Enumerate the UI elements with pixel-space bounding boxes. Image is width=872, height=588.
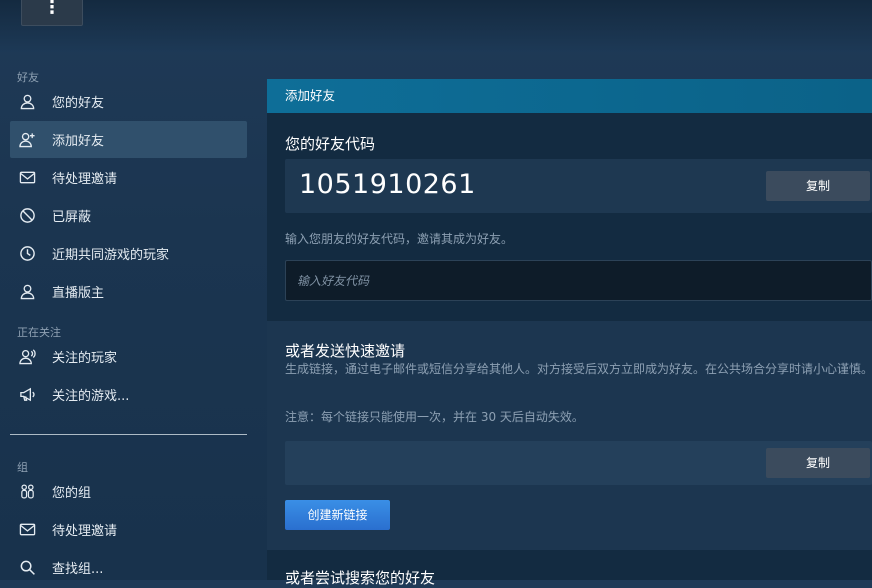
add-friend-panel: 添加好友 您的好友代码 1051910261 复制 输入您朋友的好友代码，邀请其… [267, 79, 872, 587]
sidebar-item-label: 关注的玩家 [52, 351, 118, 366]
more-menu-button[interactable]: ⋮ [21, 0, 83, 26]
more-vertical-icon: ⋮ [43, 0, 61, 18]
clock-icon [18, 245, 36, 263]
sidebar-item-followed-players[interactable]: 关注的玩家 [10, 338, 247, 375]
sidebar-item-label: 待处理邀请 [52, 524, 118, 539]
sidebar-item-group-invites[interactable]: 待处理邀请 [10, 511, 247, 548]
user-broadcast-icon [18, 348, 36, 366]
friend-code-card: 您的好友代码 1051910261 复制 输入您朋友的好友代码，邀请其成为好友。 [267, 113, 872, 321]
friend-code-value: 1051910261 [299, 169, 476, 200]
sidebar-item-label: 近期共同游戏的玩家 [52, 248, 170, 263]
block-icon [18, 207, 36, 225]
sidebar-item-find-groups[interactable]: 查找组... [10, 549, 247, 586]
sidebar-item-label: 已屏蔽 [52, 210, 92, 225]
sidebar-item-add-friend[interactable]: 添加好友 [10, 121, 247, 158]
sidebar-item-your-friends[interactable]: 您的好友 [10, 83, 247, 120]
create-new-link-button[interactable]: 创建新链接 [285, 500, 390, 530]
quick-invite-card: 或者发送快速邀请 生成链接，通过电子邮件或短信分享给其他人。对方接受后双方立即成… [267, 321, 872, 550]
sidebar-item-blocked[interactable]: 已屏蔽 [10, 197, 247, 234]
friend-code-box: 1051910261 复制 [285, 159, 872, 213]
megaphone-icon [18, 386, 36, 404]
user-icon [18, 93, 36, 111]
sidebar-item-label: 添加好友 [52, 134, 105, 149]
quick-invite-note: 注意：每个链接只能使用一次，并在 30 天后自动失效。 [285, 410, 584, 424]
search-friends-title: 或者尝试搜索您的好友 [285, 569, 436, 587]
mail-icon [18, 169, 36, 187]
sidebar-item-label: 您的组 [52, 486, 92, 501]
group-icon [18, 483, 36, 501]
panel-header: 添加好友 [267, 79, 872, 113]
sidebar-item-label: 查找组... [52, 562, 104, 577]
sidebar: 好友 您的好友 添加好友 待处理邀请 已屏蔽 近期共同游戏的玩家 直播版主 正在… [0, 52, 255, 580]
add-user-icon [18, 131, 36, 149]
sidebar-item-your-groups[interactable]: 您的组 [10, 473, 247, 510]
sidebar-item-recent-players[interactable]: 近期共同游戏的玩家 [10, 235, 247, 272]
sidebar-item-label: 您的好友 [52, 96, 105, 111]
mail-icon [18, 521, 36, 539]
sidebar-item-pending-invites[interactable]: 待处理邀请 [10, 159, 247, 196]
search-friends-card: 或者尝试搜索您的好友 [267, 550, 872, 587]
friend-code-hint: 输入您朋友的好友代码，邀请其成为好友。 [285, 232, 514, 246]
quick-invite-title: 或者发送快速邀请 [285, 342, 406, 360]
copy-link-button[interactable]: 复制 [766, 448, 870, 478]
top-bar [0, 0, 872, 52]
search-icon [18, 559, 36, 577]
sidebar-item-stream-moderators[interactable]: 直播版主 [10, 273, 247, 310]
friend-code-input[interactable] [285, 260, 872, 301]
sidebar-item-label: 直播版主 [52, 286, 105, 301]
sidebar-item-label: 待处理邀请 [52, 172, 118, 187]
copy-code-button[interactable]: 复制 [766, 171, 870, 201]
invite-link-box: 复制 [285, 441, 872, 485]
quick-invite-description: 生成链接，通过电子邮件或短信分享给其他人。对方接受后双方立即成为好友。在公共场合… [285, 362, 872, 376]
sidebar-item-followed-games[interactable]: 关注的游戏... [10, 376, 247, 413]
friend-code-title: 您的好友代码 [285, 135, 376, 153]
sidebar-item-label: 关注的游戏... [52, 389, 130, 404]
user-icon [18, 283, 36, 301]
sidebar-divider [10, 434, 247, 435]
